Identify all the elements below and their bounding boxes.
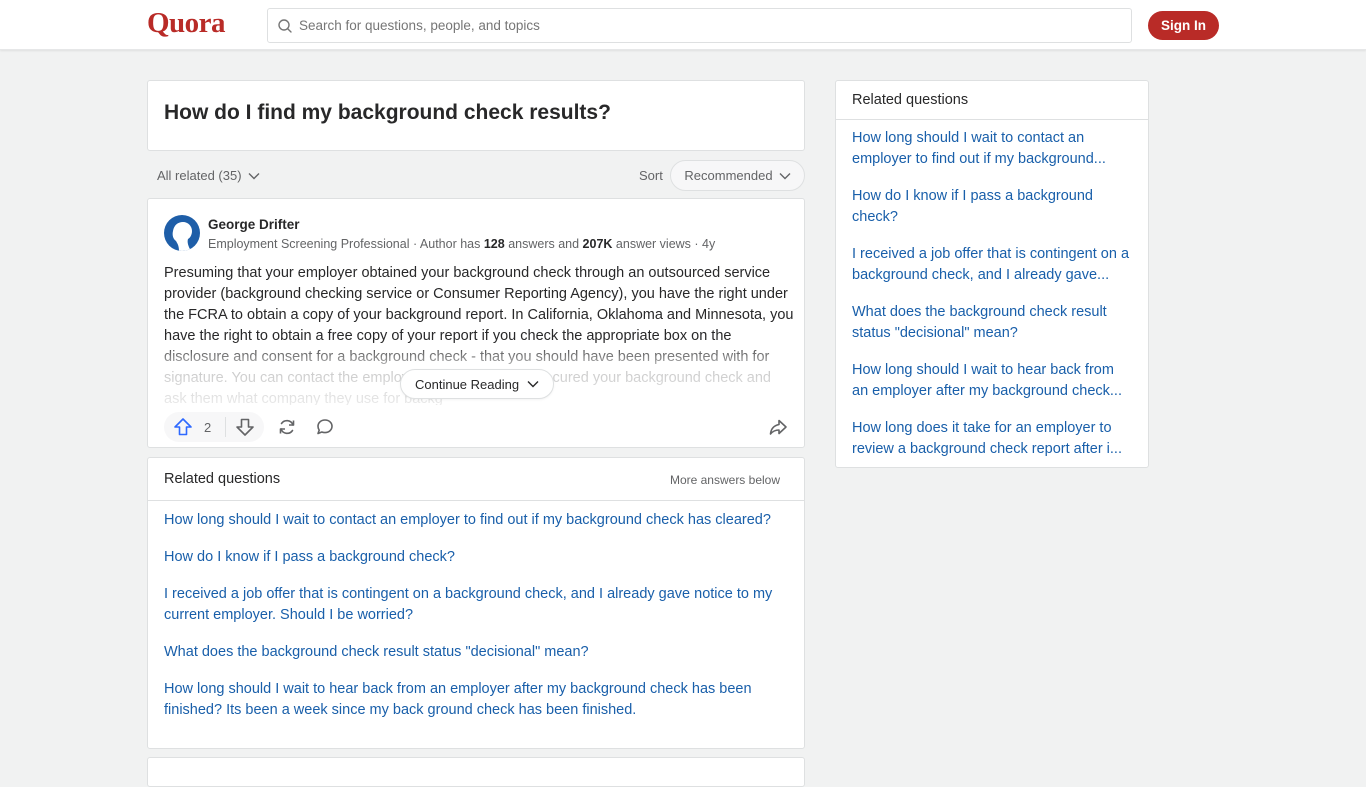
sign-in-button[interactable]: Sign In xyxy=(1148,11,1219,40)
sidebar-title: Related questions xyxy=(852,92,969,108)
meta-text: answers and xyxy=(504,237,583,251)
question-card: How do I find my background check result… xyxy=(147,80,805,151)
sidebar-related-questions: Related questions How long should I wait… xyxy=(835,80,1149,468)
related-title: Related questions xyxy=(164,471,281,487)
downvote-arrow-icon xyxy=(236,418,255,436)
views-count: 207K xyxy=(582,237,613,251)
all-related-dropdown[interactable]: All related (35) xyxy=(157,168,260,183)
author-avatar[interactable] xyxy=(164,215,200,251)
chevron-down-icon xyxy=(779,172,791,179)
next-answer-card xyxy=(147,757,805,787)
sidebar-question-link[interactable]: How long should I wait to contact an emp… xyxy=(852,128,1134,170)
sort-label: Sort xyxy=(639,168,663,183)
chevron-down-icon xyxy=(248,172,260,179)
search-input[interactable] xyxy=(299,18,1099,33)
share-button[interactable] xyxy=(763,412,793,442)
continue-reading-button[interactable]: Continue Reading xyxy=(400,369,555,399)
author-name[interactable]: George Drifter xyxy=(208,217,300,232)
meta-text: answer views · 4y xyxy=(612,237,716,251)
related-questions-inline: Related questions More answers below How… xyxy=(147,457,805,749)
reshare-icon xyxy=(279,419,295,435)
sidebar-question-link[interactable]: I received a job offer that is contingen… xyxy=(852,244,1134,286)
answer-actions: 2 xyxy=(164,412,340,442)
top-bar: Quora Sign In xyxy=(0,0,1366,50)
related-list: How long should I wait to contact an emp… xyxy=(148,501,804,721)
related-question-link[interactable]: How long should I wait to contact an emp… xyxy=(164,510,788,531)
author-meta: Employment Screening Professional · Auth… xyxy=(208,237,715,251)
comment-button[interactable] xyxy=(310,412,340,442)
sidebar-list: How long should I wait to contact an emp… xyxy=(836,120,1148,460)
sidebar-question-link[interactable]: How long should I wait to hear back from… xyxy=(852,360,1134,402)
upvote-count: 2 xyxy=(204,419,212,435)
search-icon xyxy=(278,18,292,33)
sidebar-question-link[interactable]: What does the background check result st… xyxy=(852,302,1134,344)
upvote-arrow-icon xyxy=(174,418,192,436)
sort-value: Recommended xyxy=(684,168,773,183)
share-arrow-icon xyxy=(769,419,787,435)
answer-card: George Drifter Employment Screening Prof… xyxy=(147,198,805,448)
related-header: Related questions More answers below xyxy=(148,458,804,501)
vote-pill: 2 xyxy=(164,412,265,442)
all-related-label: All related (35) xyxy=(157,168,242,183)
meta-text: · Author has xyxy=(409,237,484,251)
sidebar-header: Related questions xyxy=(836,81,1148,120)
quora-logo[interactable]: Quora xyxy=(147,7,226,40)
comment-icon xyxy=(317,419,334,435)
continue-reading-label: Continue Reading xyxy=(415,376,520,392)
question-title: How do I find my background check result… xyxy=(164,101,611,124)
related-question-link[interactable]: How long should I wait to hear back from… xyxy=(164,679,788,721)
sidebar-question-link[interactable]: How do I know if I pass a background che… xyxy=(852,186,1134,228)
upvote-button[interactable] xyxy=(172,412,194,442)
sort-dropdown[interactable]: Recommended xyxy=(670,160,805,191)
answers-count: 128 xyxy=(483,237,505,251)
profile-silhouette-icon xyxy=(172,222,192,251)
author-credential: Employment Screening Professional xyxy=(208,237,410,251)
downvote-button[interactable] xyxy=(234,412,256,442)
related-question-link[interactable]: How do I know if I pass a background che… xyxy=(164,547,788,568)
chevron-down-icon xyxy=(527,381,539,388)
related-question-link[interactable]: I received a job offer that is contingen… xyxy=(164,584,788,626)
more-answers-below: More answers below xyxy=(669,473,780,487)
vote-divider xyxy=(225,417,227,437)
sidebar-question-link[interactable]: How long does it take for an employer to… xyxy=(852,418,1134,460)
related-question-link[interactable]: What does the background check result st… xyxy=(164,642,788,663)
search-bar[interactable] xyxy=(267,8,1132,43)
share-reshare-button[interactable] xyxy=(272,412,302,442)
